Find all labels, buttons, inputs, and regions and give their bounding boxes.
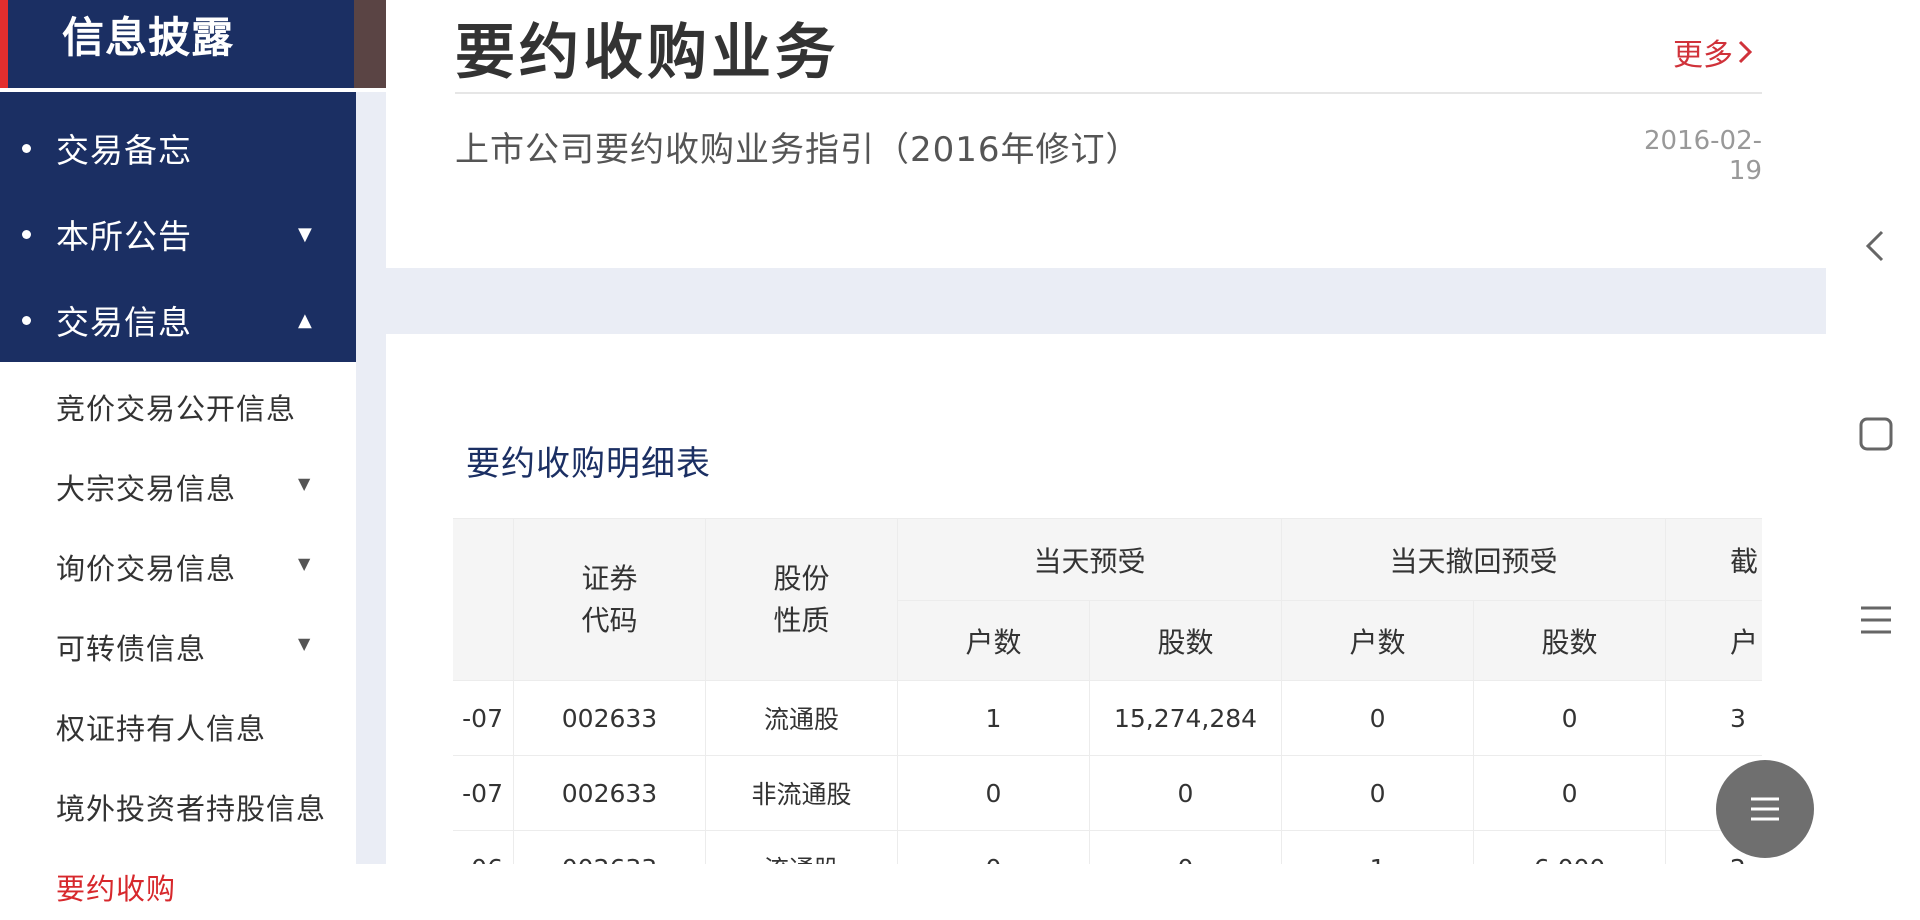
column-header-share-type: 股份性质 bbox=[705, 518, 898, 681]
sidebar-sub-label: 询价交易信息 bbox=[56, 552, 237, 586]
sidebar-title: 信息披露 bbox=[62, 13, 235, 62]
column-header-households: 户数 bbox=[897, 600, 1090, 681]
cell-pre-households: 0 bbox=[897, 830, 1090, 864]
back-button[interactable] bbox=[1856, 226, 1896, 266]
detail-table: 证券代码 股份性质 当天预受 当天撤回预受 截 户数 股数 户数 股数 户 -0… bbox=[453, 518, 1762, 864]
section-separator-band bbox=[386, 268, 1826, 334]
column-header-households: 户数 bbox=[1281, 600, 1475, 681]
sidebar-sub-label: 可转债信息 bbox=[56, 632, 207, 666]
column-header-date bbox=[453, 518, 514, 681]
cell-cutoff-households: 3 bbox=[1665, 680, 1762, 756]
cell-share-type: 流通股 bbox=[705, 830, 898, 864]
square-icon bbox=[1859, 417, 1893, 451]
cell-withdraw-households: 0 bbox=[1281, 680, 1475, 756]
recent-apps-button[interactable] bbox=[1856, 600, 1896, 640]
table-row: -06 002633 流通股 0 0 1 6,000 2 bbox=[453, 830, 1762, 864]
floating-menu-button[interactable] bbox=[1716, 760, 1814, 858]
cell-date: -07 bbox=[453, 755, 514, 831]
detail-table-scroll[interactable]: 证券代码 股份性质 当天预受 当天撤回预受 截 户数 股数 户数 股数 户 -0… bbox=[453, 518, 1762, 864]
cell-withdraw-households: 1 bbox=[1281, 830, 1475, 864]
notice-title-link[interactable]: 上市公司要约收购业务指引（2016年修订） bbox=[455, 122, 1141, 171]
cell-share-type: 流通股 bbox=[705, 680, 898, 756]
caret-down-icon: ▼ bbox=[298, 223, 312, 245]
sidebar-header-tab bbox=[354, 0, 386, 88]
table-title: 要约收购明细表 bbox=[466, 444, 711, 484]
cell-date: -07 bbox=[453, 680, 514, 756]
sidebar: 信息披露 交易备忘 本所公告 ▼ 交易信息 ▲ 竞价交易公开信息 大宗交易信息 … bbox=[0, 0, 386, 906]
cell-pre-households: 1 bbox=[897, 680, 1090, 756]
sidebar-sub-warrant-holders[interactable]: 权证持有人信息 bbox=[0, 690, 356, 760]
sidebar-sub-block-trade[interactable]: 大宗交易信息 ▼ bbox=[0, 450, 356, 520]
column-group-cutoff: 截 bbox=[1665, 518, 1762, 601]
sidebar-sub-label: 竞价交易公开信息 bbox=[56, 392, 297, 426]
sidebar-item-trading-info[interactable]: 交易信息 ▲ bbox=[0, 284, 356, 356]
bullet-dot-icon bbox=[22, 315, 31, 325]
more-link[interactable]: 更多 bbox=[1673, 30, 1753, 74]
column-header-code: 证券代码 bbox=[513, 518, 706, 681]
column-header-shares: 股数 bbox=[1473, 600, 1667, 681]
table-row: -07 002633 非流通股 0 0 0 0 0 bbox=[453, 755, 1762, 831]
title-divider bbox=[455, 92, 1762, 94]
sidebar-sub-inquiry-trade[interactable]: 询价交易信息 ▼ bbox=[0, 530, 356, 600]
sidebar-sub-label: 权证持有人信息 bbox=[56, 712, 267, 746]
sidebar-divider bbox=[356, 92, 386, 864]
notice-date: 2016-02-19 bbox=[1643, 126, 1762, 186]
home-button[interactable] bbox=[1856, 414, 1896, 454]
caret-down-icon: ▼ bbox=[298, 474, 311, 493]
column-group-today-withdraw: 当天撤回预受 bbox=[1281, 518, 1667, 601]
sidebar-header: 信息披露 bbox=[0, 0, 386, 88]
sidebar-item-label: 交易信息 bbox=[56, 303, 192, 342]
cell-pre-households: 0 bbox=[897, 755, 1090, 831]
caret-up-icon: ▲ bbox=[298, 309, 312, 331]
cell-withdraw-shares: 0 bbox=[1473, 755, 1667, 831]
sidebar-sub-tender-offer[interactable]: 要约收购 bbox=[0, 850, 356, 920]
cell-pre-shares: 15,274,284 bbox=[1088, 680, 1283, 756]
bullet-dot-icon bbox=[22, 143, 31, 153]
chevron-right-icon bbox=[1738, 40, 1753, 64]
more-label: 更多 bbox=[1673, 38, 1733, 73]
table-row: -07 002633 流通股 1 15,274,284 0 0 3 bbox=[453, 680, 1762, 756]
column-header-households-partial: 户 bbox=[1665, 600, 1762, 681]
caret-down-icon: ▼ bbox=[298, 634, 311, 653]
sidebar-item-exchange-announcements[interactable]: 本所公告 ▼ bbox=[0, 198, 356, 270]
sidebar-item-trading-memo[interactable]: 交易备忘 bbox=[0, 112, 356, 184]
cell-code: 002633 bbox=[513, 830, 706, 864]
caret-down-icon: ▼ bbox=[298, 554, 311, 573]
bullet-dot-icon bbox=[22, 229, 31, 239]
sidebar-sub-label: 境外投资者持股信息 bbox=[56, 792, 327, 826]
cell-pre-shares: 0 bbox=[1088, 830, 1283, 864]
sidebar-main-nav: 交易备忘 本所公告 ▼ 交易信息 ▲ bbox=[0, 92, 356, 362]
sidebar-sub-auction-info[interactable]: 竞价交易公开信息 bbox=[0, 370, 356, 440]
cell-code: 002633 bbox=[513, 755, 706, 831]
cell-pre-shares: 0 bbox=[1088, 755, 1283, 831]
sidebar-sub-foreign-holdings[interactable]: 境外投资者持股信息 bbox=[0, 770, 356, 840]
cell-withdraw-shares: 0 bbox=[1473, 680, 1667, 756]
column-header-shares: 股数 bbox=[1088, 600, 1283, 681]
cell-code: 002633 bbox=[513, 680, 706, 756]
sidebar-sub-convertible-bond[interactable]: 可转债信息 ▼ bbox=[0, 610, 356, 680]
column-group-today-pre-accept: 当天预受 bbox=[896, 518, 1283, 601]
sidebar-sub-label: 大宗交易信息 bbox=[56, 472, 237, 506]
cell-withdraw-shares: 6,000 bbox=[1473, 830, 1667, 864]
cell-withdraw-households: 0 bbox=[1281, 755, 1475, 831]
chevron-left-icon bbox=[1865, 230, 1884, 262]
cell-date: -06 bbox=[453, 830, 514, 864]
sidebar-item-label: 交易备忘 bbox=[56, 131, 192, 170]
sidebar-accent-bar bbox=[0, 0, 8, 88]
menu-lines-icon bbox=[1751, 797, 1779, 821]
sidebar-item-label: 本所公告 bbox=[56, 217, 192, 256]
menu-lines-icon bbox=[1861, 606, 1891, 634]
cell-share-type: 非流通股 bbox=[705, 755, 898, 831]
section-title: 要约收购业务 bbox=[455, 18, 839, 88]
sidebar-sub-label: 要约收购 bbox=[56, 872, 177, 906]
